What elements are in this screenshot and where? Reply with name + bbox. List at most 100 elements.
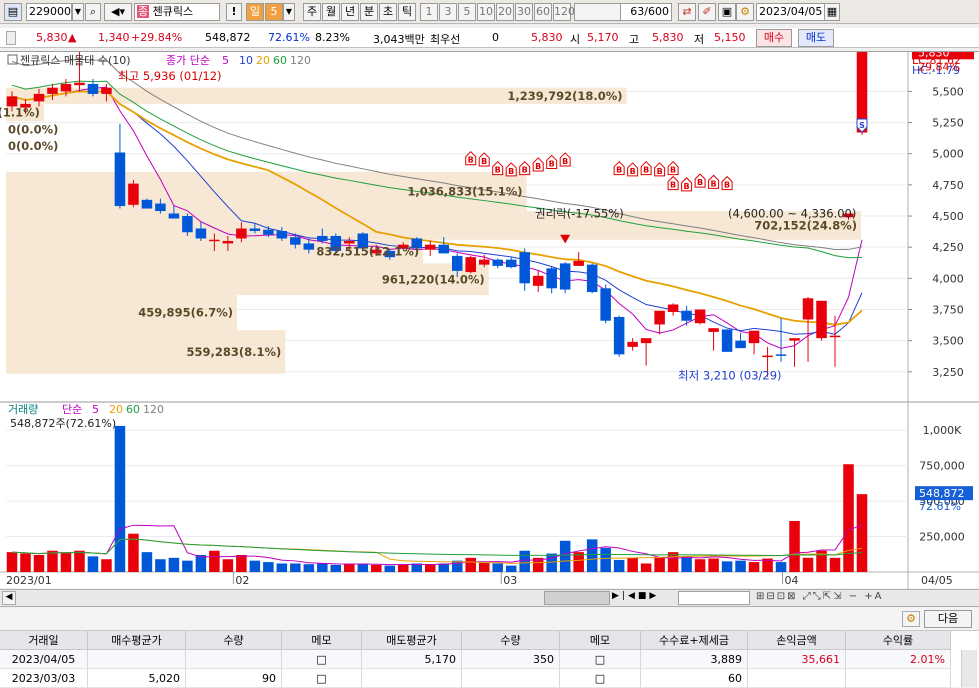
date-input[interactable]: 2023/04/05 (756, 3, 826, 21)
table-cell[interactable]: □ (282, 650, 362, 669)
table-cell[interactable]: □ (560, 650, 641, 669)
gear-icon[interactable]: ⚙ (736, 3, 754, 21)
last-volume-text: 548,872 (919, 487, 965, 500)
interval-30-button[interactable]: 30 (515, 3, 533, 21)
buy-signal-label: B (657, 167, 663, 176)
search-icon[interactable]: ⌕ (85, 3, 101, 21)
period-value-input[interactable]: 5 (265, 3, 283, 21)
interval-20-button[interactable]: 20 (496, 3, 514, 21)
volume-bar (330, 564, 342, 572)
candle-body (263, 229, 274, 235)
ma-period-label: 60 (273, 54, 287, 67)
table-cell: 3,889 (641, 650, 748, 669)
gear-icon[interactable]: ⚙ (902, 611, 920, 627)
rights-marker: 권리락(-17.55%) (535, 206, 624, 220)
open-label: 시 (570, 33, 581, 46)
table-scrollbar[interactable] (961, 650, 977, 687)
x-tick-label: 04 (785, 574, 799, 587)
playback-controls[interactable]: ▶|◀■▶ (612, 591, 674, 605)
interval-1-button[interactable]: 1 (420, 3, 438, 21)
period-day-button[interactable]: 일 (246, 3, 264, 21)
candle-body (276, 230, 288, 239)
interval-custom-input[interactable] (574, 3, 622, 21)
table-cell (462, 669, 560, 688)
chart-area[interactable]: BBBBBBBBBBBBBBBBBBS 5,500 5,250 5,000 4,750… (0, 36, 979, 589)
interval-5-button[interactable]: 5 (458, 3, 476, 21)
volume-bar (155, 559, 166, 572)
trade-date: 2023/03/03 (0, 669, 88, 688)
buy-signal-label: B (508, 167, 514, 176)
candle-body (505, 259, 517, 268)
buy-signal-label: B (481, 157, 487, 166)
buy-signal-label: B (670, 166, 676, 175)
buy-signal-label: B (684, 182, 690, 191)
save-icon[interactable]: ▣ (718, 3, 736, 21)
chart-tool-icons[interactable]: ⊞⊟⊡⊠ ⤢⤡⇱⇲ − +A (756, 591, 976, 605)
volume-bar (141, 552, 153, 572)
volume-bar (60, 552, 72, 572)
period-0-button[interactable]: 주 (303, 3, 321, 21)
buy-button[interactable]: 매수 (756, 29, 792, 47)
alert-button[interactable]: ! (226, 3, 242, 21)
candle-body (465, 257, 476, 273)
draw-tool-icon[interactable]: ✐ (698, 3, 716, 21)
period-2-button[interactable]: 년 (341, 3, 359, 21)
interval-10-button[interactable]: 10 (477, 3, 495, 21)
chart-scrollbar[interactable]: ◀ ▶|◀■▶ ⊞⊟⊡⊠ ⤢⤡⇱⇲ − +A (0, 589, 979, 607)
table-cell: 90 (186, 669, 282, 688)
table-header: 메모 (282, 631, 362, 650)
interval-120-button[interactable]: 120 (553, 3, 575, 21)
buy-signal-label: B (711, 179, 717, 188)
period-3-button[interactable]: 분 (360, 3, 378, 21)
period-4-button[interactable]: 초 (379, 3, 397, 21)
speaker-icon[interactable]: ◀▾ (104, 3, 132, 21)
candle-body (829, 335, 841, 338)
table-cell[interactable]: □ (282, 669, 362, 688)
volume-value: 548,872 (205, 31, 251, 44)
window-menu-icon[interactable]: ▤ (4, 3, 22, 21)
zoom-slider[interactable] (678, 591, 750, 605)
broker-label: 최우선 (430, 33, 461, 46)
table-cell[interactable]: □ (560, 669, 641, 688)
period-1-button[interactable]: 월 (322, 3, 340, 21)
volume-period-label: 5 (92, 403, 99, 416)
sell-button[interactable]: 매도 (798, 29, 834, 47)
calendar-icon[interactable]: ▦ (824, 3, 840, 21)
table-cell (362, 669, 462, 688)
volume-bar (114, 425, 126, 572)
table-cell (748, 669, 846, 688)
code-dropdown-icon[interactable]: ▼ (72, 3, 84, 21)
period-dropdown-icon[interactable]: ▼ (283, 3, 295, 21)
table-cell (846, 669, 951, 688)
volume-bar (708, 558, 719, 572)
volume-legend: 거래량 (8, 403, 38, 416)
candle-body (249, 228, 261, 231)
candle-body (802, 298, 814, 320)
stock-code-input[interactable]: 229000 (26, 3, 72, 21)
candle-body (195, 228, 207, 239)
volume-profile-label: 961,220(14.0%) (382, 272, 485, 286)
scroll-thumb[interactable] (544, 591, 610, 605)
volume-bar (6, 552, 18, 572)
volume-bar (613, 559, 625, 572)
period-5-button[interactable]: 틱 (398, 3, 416, 21)
candle-body (168, 213, 180, 219)
bar-count-input[interactable]: 63/600 (620, 3, 672, 21)
buy-signal-label: B (522, 166, 528, 175)
next-button[interactable]: 다음 (924, 610, 972, 628)
chart-type-icon[interactable]: ⇄ (678, 3, 696, 21)
x-tick-label: 2023/01 (6, 574, 52, 587)
candle-body (303, 243, 315, 250)
volume-profile-label: 459,895(6.7%) (138, 306, 233, 320)
volume-tick-label: 750,000 (919, 460, 965, 473)
scroll-left-icon[interactable]: ◀ (2, 591, 16, 605)
interval-60-button[interactable]: 60 (534, 3, 552, 21)
candle-body (222, 240, 234, 244)
interval-3-button[interactable]: 3 (439, 3, 457, 21)
candle-body (627, 341, 638, 347)
price-tick-label: 4,500 (932, 210, 964, 223)
quote-checkbox[interactable] (6, 31, 16, 45)
price-volume-chart[interactable]: B BB B B B B BB B B B BB B B B BS 5,5005,2505,0004,750… (0, 36, 979, 589)
stock-name-field[interactable]: 종 젠큐릭스 (134, 3, 220, 21)
candle-body (33, 93, 45, 102)
